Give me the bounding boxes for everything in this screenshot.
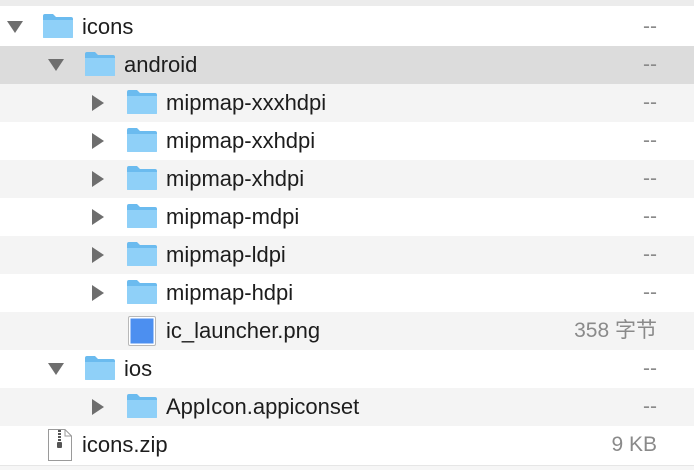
folder-icon — [42, 13, 74, 44]
disclosure-collapsed-icon[interactable] — [89, 284, 107, 302]
item-name: mipmap-mdpi — [166, 204, 300, 229]
folder-icon — [126, 127, 158, 158]
header-divider — [0, 0, 694, 6]
item-size: -- — [643, 167, 657, 190]
list-item[interactable]: icons -- — [0, 8, 694, 46]
disclosure-collapsed-icon[interactable] — [89, 132, 107, 150]
list-item-selected[interactable]: android -- — [0, 46, 694, 84]
item-name: android — [124, 52, 198, 77]
folder-icon — [126, 203, 158, 234]
disclosure-expanded-icon[interactable] — [47, 56, 65, 74]
disclosure-collapsed-icon[interactable] — [89, 170, 107, 188]
disclosure-expanded-icon[interactable] — [6, 18, 24, 36]
item-name: mipmap-xxhdpi — [166, 128, 316, 153]
item-size: 9 KB — [611, 433, 657, 456]
item-size: -- — [643, 91, 657, 114]
item-size: -- — [643, 357, 657, 380]
list-item[interactable]: mipmap-mdpi -- — [0, 198, 694, 236]
disclosure-collapsed-icon[interactable] — [89, 208, 107, 226]
next-row-edge — [0, 465, 694, 470]
item-name: icons — [82, 14, 134, 39]
item-name: mipmap-xxxhdpi — [166, 90, 327, 115]
item-name: mipmap-ldpi — [166, 242, 286, 267]
list-item[interactable]: mipmap-xxhdpi -- — [0, 122, 694, 160]
folder-icon — [84, 51, 116, 82]
item-name: AppIcon.appiconset — [166, 394, 360, 419]
list-item[interactable]: icons.zip 9 KB — [0, 426, 694, 464]
list-item[interactable]: mipmap-xhdpi -- — [0, 160, 694, 198]
item-name: ios — [124, 356, 153, 381]
list-item[interactable]: mipmap-hdpi -- — [0, 274, 694, 312]
item-name: mipmap-hdpi — [166, 280, 294, 305]
zip-file-icon — [48, 429, 72, 466]
folder-icon — [126, 279, 158, 310]
list-item[interactable]: ic_launcher.png 358 字节 — [0, 312, 694, 350]
folder-icon — [126, 89, 158, 120]
list-item[interactable]: ios -- — [0, 350, 694, 388]
list-item[interactable]: AppIcon.appiconset -- — [0, 388, 694, 426]
item-size: -- — [643, 395, 657, 418]
item-size: 358 字节 — [574, 319, 657, 342]
disclosure-collapsed-icon[interactable] — [89, 246, 107, 264]
folder-icon — [84, 355, 116, 386]
item-size: -- — [643, 53, 657, 76]
disclosure-collapsed-icon[interactable] — [89, 398, 107, 416]
item-size: -- — [643, 129, 657, 152]
item-size: -- — [643, 205, 657, 228]
png-file-icon — [128, 316, 156, 351]
disclosure-expanded-icon[interactable] — [47, 360, 65, 378]
item-size: -- — [643, 281, 657, 304]
folder-icon — [126, 393, 158, 424]
folder-icon — [126, 241, 158, 272]
item-name: icons.zip — [82, 432, 168, 457]
folder-icon — [126, 165, 158, 196]
item-name: ic_launcher.png — [166, 318, 321, 343]
item-size: -- — [643, 15, 657, 38]
item-size: -- — [643, 243, 657, 266]
item-name: mipmap-xhdpi — [166, 166, 305, 191]
list-item[interactable]: mipmap-ldpi -- — [0, 236, 694, 274]
file-list: icons -- android -- mipmap-xxxhdpi -- mi… — [0, 0, 694, 470]
disclosure-collapsed-icon[interactable] — [89, 94, 107, 112]
list-item[interactable]: mipmap-xxxhdpi -- — [0, 84, 694, 122]
